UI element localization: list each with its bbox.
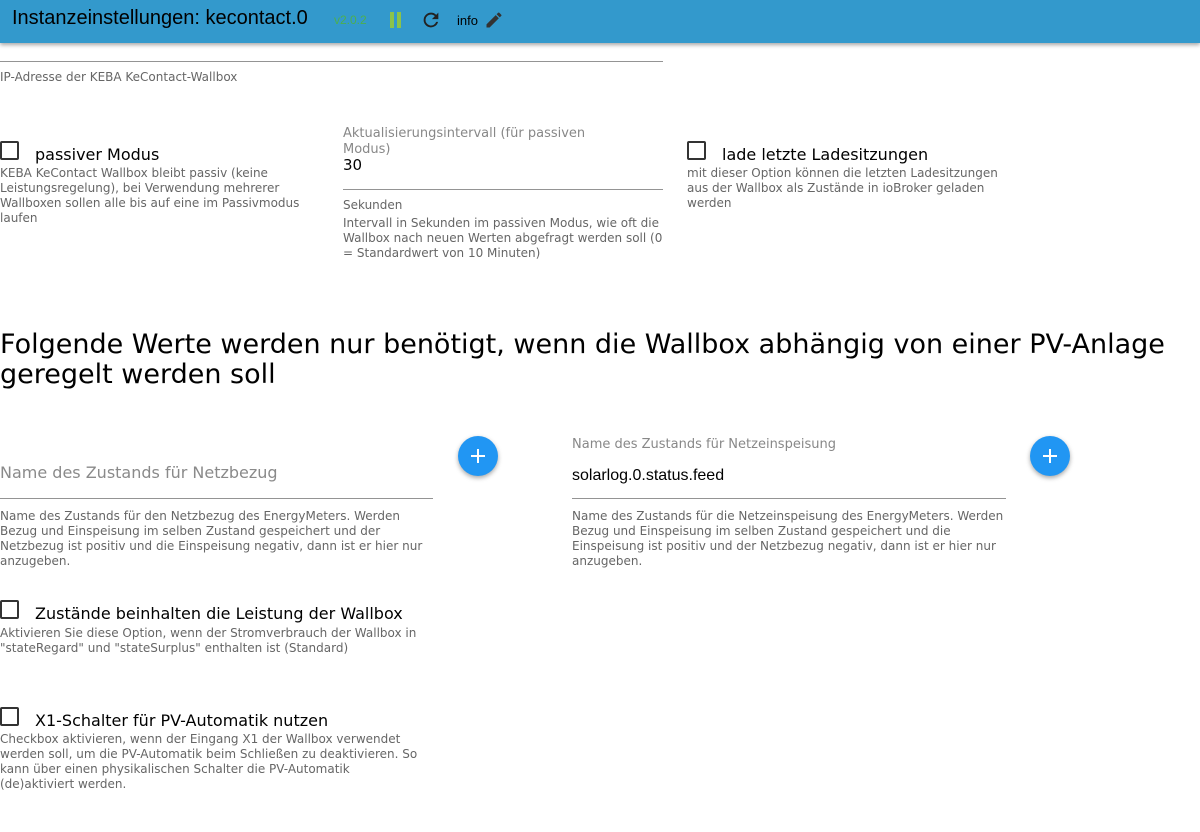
grid-consumption-input[interactable]: Name des Zustands für Netzbezug	[0, 463, 278, 483]
grid-feed-add-button[interactable]	[1030, 436, 1070, 476]
plus-icon	[471, 449, 485, 463]
plus-icon	[1043, 449, 1057, 463]
interval-input[interactable]: 30	[343, 156, 362, 174]
passive-mode-checkbox[interactable]	[0, 141, 19, 160]
passive-mode-help: KEBA KeContact Wallbox bleibt passiv (ke…	[0, 166, 300, 225]
grid-feed-underline	[572, 498, 1006, 499]
grid-consumption-underline	[0, 498, 433, 499]
interval-help: Intervall in Sekunden im passiven Modus,…	[343, 216, 663, 260]
wallbox-power-checkbox[interactable]	[0, 600, 19, 619]
app-header: Instanzeinstellungen: kecontact.0 v2.0.2…	[0, 0, 1200, 43]
pause-icon[interactable]	[389, 12, 403, 28]
wallbox-power-help: Aktivieren Sie diese Option, wenn der St…	[0, 626, 417, 655]
grid-consumption-help: Name des Zustands für den Netzbezug des …	[0, 509, 423, 568]
page-title: Instanzeinstellungen: kecontact.0	[12, 7, 308, 29]
interval-unit: Sekunden	[343, 198, 403, 212]
info-button[interactable]: info	[457, 13, 478, 28]
x1-switch-help: Checkbox aktivieren, wenn der Eingang X1…	[0, 732, 418, 791]
interval-underline	[343, 189, 663, 190]
pv-section-heading: Folgende Werte werden nur benötigt, wenn…	[0, 329, 1165, 390]
x1-switch-label: X1-Schalter für PV-Automatik nutzen	[35, 711, 329, 730]
edit-icon[interactable]	[484, 10, 504, 30]
reload-icon[interactable]	[420, 9, 442, 31]
grid-feed-label: Name des Zustands für Netzeinspeisung	[572, 437, 836, 452]
interval-label: Aktualisierungsintervall (für passiven M…	[343, 126, 586, 157]
grid-consumption-add-button[interactable]	[458, 436, 498, 476]
ip-address-help: IP-Adresse der KEBA KeContact-Wallbox	[0, 70, 238, 84]
x1-switch-checkbox[interactable]	[0, 707, 19, 726]
passive-mode-label: passiver Modus	[35, 145, 160, 164]
ip-address-input[interactable]	[0, 61, 663, 62]
wallbox-power-label: Zustände beinhalten die Leistung der Wal…	[35, 604, 403, 623]
version-label: v2.0.2	[334, 13, 367, 27]
grid-feed-input[interactable]: solarlog.0.status.feed	[572, 467, 724, 485]
grid-feed-help: Name des Zustands für die Netzeinspeisun…	[572, 509, 1004, 568]
load-sessions-checkbox[interactable]	[687, 141, 706, 160]
load-sessions-label: lade letzte Ladesitzungen	[722, 145, 929, 164]
load-sessions-help: mit dieser Option können die letzten Lad…	[687, 166, 998, 210]
